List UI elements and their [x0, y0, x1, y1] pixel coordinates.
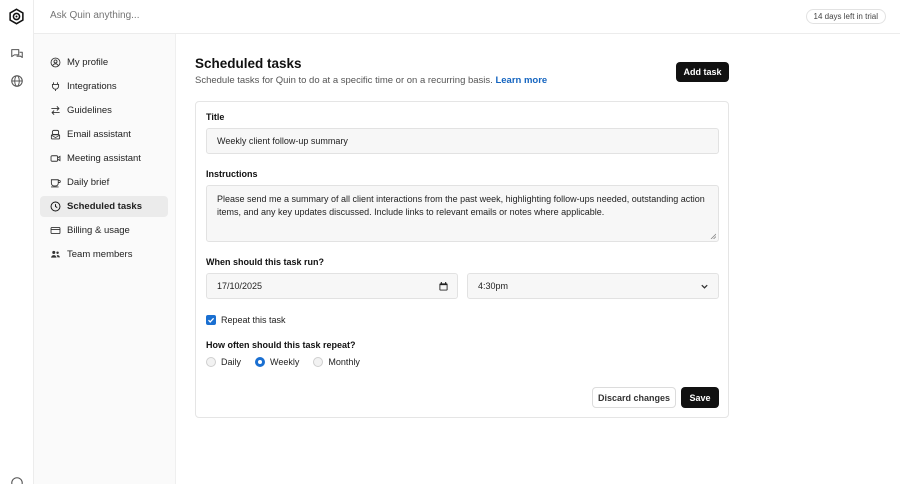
when-label: When should this task run?	[206, 257, 325, 267]
users-icon	[51, 250, 60, 258]
radio-dot[interactable]	[313, 357, 324, 367]
resize-grip-icon[interactable]	[710, 233, 716, 239]
nav-item-label: Scheduled tasks	[67, 201, 142, 212]
radio-dot[interactable]	[206, 357, 216, 367]
frequency-radio-group: Daily Weekly Monthly	[206, 357, 374, 367]
icon-rail	[0, 0, 34, 484]
nav-item-label: Integrations	[67, 81, 117, 92]
nav-item-label: Email assistant	[67, 129, 131, 140]
learn-more-link[interactable]: Learn more	[495, 75, 547, 86]
nav-item-my-profile[interactable]: My profile	[40, 52, 168, 73]
nav-item-label: My profile	[67, 57, 109, 68]
quin-logo-icon[interactable]	[8, 8, 25, 25]
page-subtitle: Schedule tasks for Quin to do at a speci…	[195, 75, 547, 86]
radio-dot-selected[interactable]	[255, 357, 266, 367]
radio-label: Daily	[221, 357, 242, 367]
nav-item-guidelines[interactable]: Guidelines	[40, 100, 168, 121]
coffee-cup-icon	[50, 179, 61, 188]
save-button[interactable]: Save	[681, 387, 719, 408]
time-value: 4:30pm	[478, 281, 509, 291]
mail-bot-icon	[50, 129, 61, 140]
nav-item-label: Billing & usage	[67, 225, 130, 236]
repeat-label: Repeat this task	[221, 315, 286, 325]
checkmark-icon	[208, 317, 215, 323]
nav-item-daily-brief[interactable]: Daily brief	[40, 172, 168, 193]
top-bar: 14 days left in trial	[34, 0, 900, 34]
nav-item-billing-usage[interactable]: Billing & usage	[40, 220, 168, 241]
nav-item-label: Team members	[67, 249, 133, 260]
nav-item-team-members[interactable]: Team members	[40, 244, 168, 265]
nav-item-integrations[interactable]: Integrations	[40, 76, 168, 97]
title-label: Title	[206, 112, 225, 122]
radio-label: Weekly	[270, 357, 300, 367]
date-value: 17/10/2025	[217, 281, 263, 291]
radio-label: Monthly	[328, 357, 360, 367]
discard-changes-button[interactable]: Discard changes	[592, 387, 676, 408]
nav-item-label: Guidelines	[67, 105, 112, 116]
clock-icon	[50, 201, 61, 212]
nav-item-label: Meeting assistant	[67, 153, 141, 164]
instructions-label: Instructions	[206, 169, 258, 179]
chevron-down-icon	[701, 284, 708, 289]
nav-item-meeting-assistant[interactable]: Meeting assistant	[40, 148, 168, 169]
date-input[interactable]: 17/10/2025	[206, 273, 458, 299]
title-input[interactable]: Weekly client follow-up summary	[206, 128, 719, 154]
user-circle-icon	[50, 57, 61, 68]
credit-card-icon	[50, 226, 61, 235]
radio-monthly[interactable]: Monthly	[313, 357, 360, 367]
calendar-icon[interactable]	[439, 282, 448, 291]
frequency-label: How often should this task repeat?	[206, 340, 356, 350]
page-subtitle-text: Schedule tasks for Quin to do at a speci…	[195, 75, 493, 86]
nav-item-label: Daily brief	[67, 177, 110, 188]
repeat-checkbox-row[interactable]: Repeat this task	[206, 315, 286, 325]
trial-badge[interactable]: 14 days left in trial	[805, 9, 886, 24]
radio-weekly[interactable]: Weekly	[255, 357, 299, 367]
video-icon	[50, 155, 61, 162]
main-content: Scheduled tasks Schedule tasks for Quin …	[176, 34, 900, 484]
settings-nav: My profile Integrations Guidelines Email…	[34, 34, 176, 484]
plug-icon	[51, 82, 60, 91]
help-circle-icon[interactable]	[10, 476, 24, 484]
chat-bubbles-icon[interactable]	[10, 47, 24, 61]
instructions-text: Please send me a summary of all client i…	[217, 194, 705, 217]
page-title: Scheduled tasks	[195, 56, 302, 71]
nav-item-email-assistant[interactable]: Email assistant	[40, 124, 168, 145]
task-form-card: Title Weekly client follow-up summary In…	[195, 101, 729, 418]
instructions-textarea[interactable]: Please send me a summary of all client i…	[206, 185, 719, 242]
time-select[interactable]: 4:30pm	[467, 273, 719, 299]
add-task-button[interactable]: Add task	[676, 62, 729, 82]
repeat-checkbox[interactable]	[206, 315, 216, 325]
radio-daily[interactable]: Daily	[206, 357, 241, 367]
nav-item-scheduled-tasks[interactable]: Scheduled tasks	[40, 196, 168, 217]
arrows-swap-icon	[51, 106, 60, 115]
ask-quin-input[interactable]	[50, 10, 350, 21]
globe-icon[interactable]	[10, 74, 24, 88]
